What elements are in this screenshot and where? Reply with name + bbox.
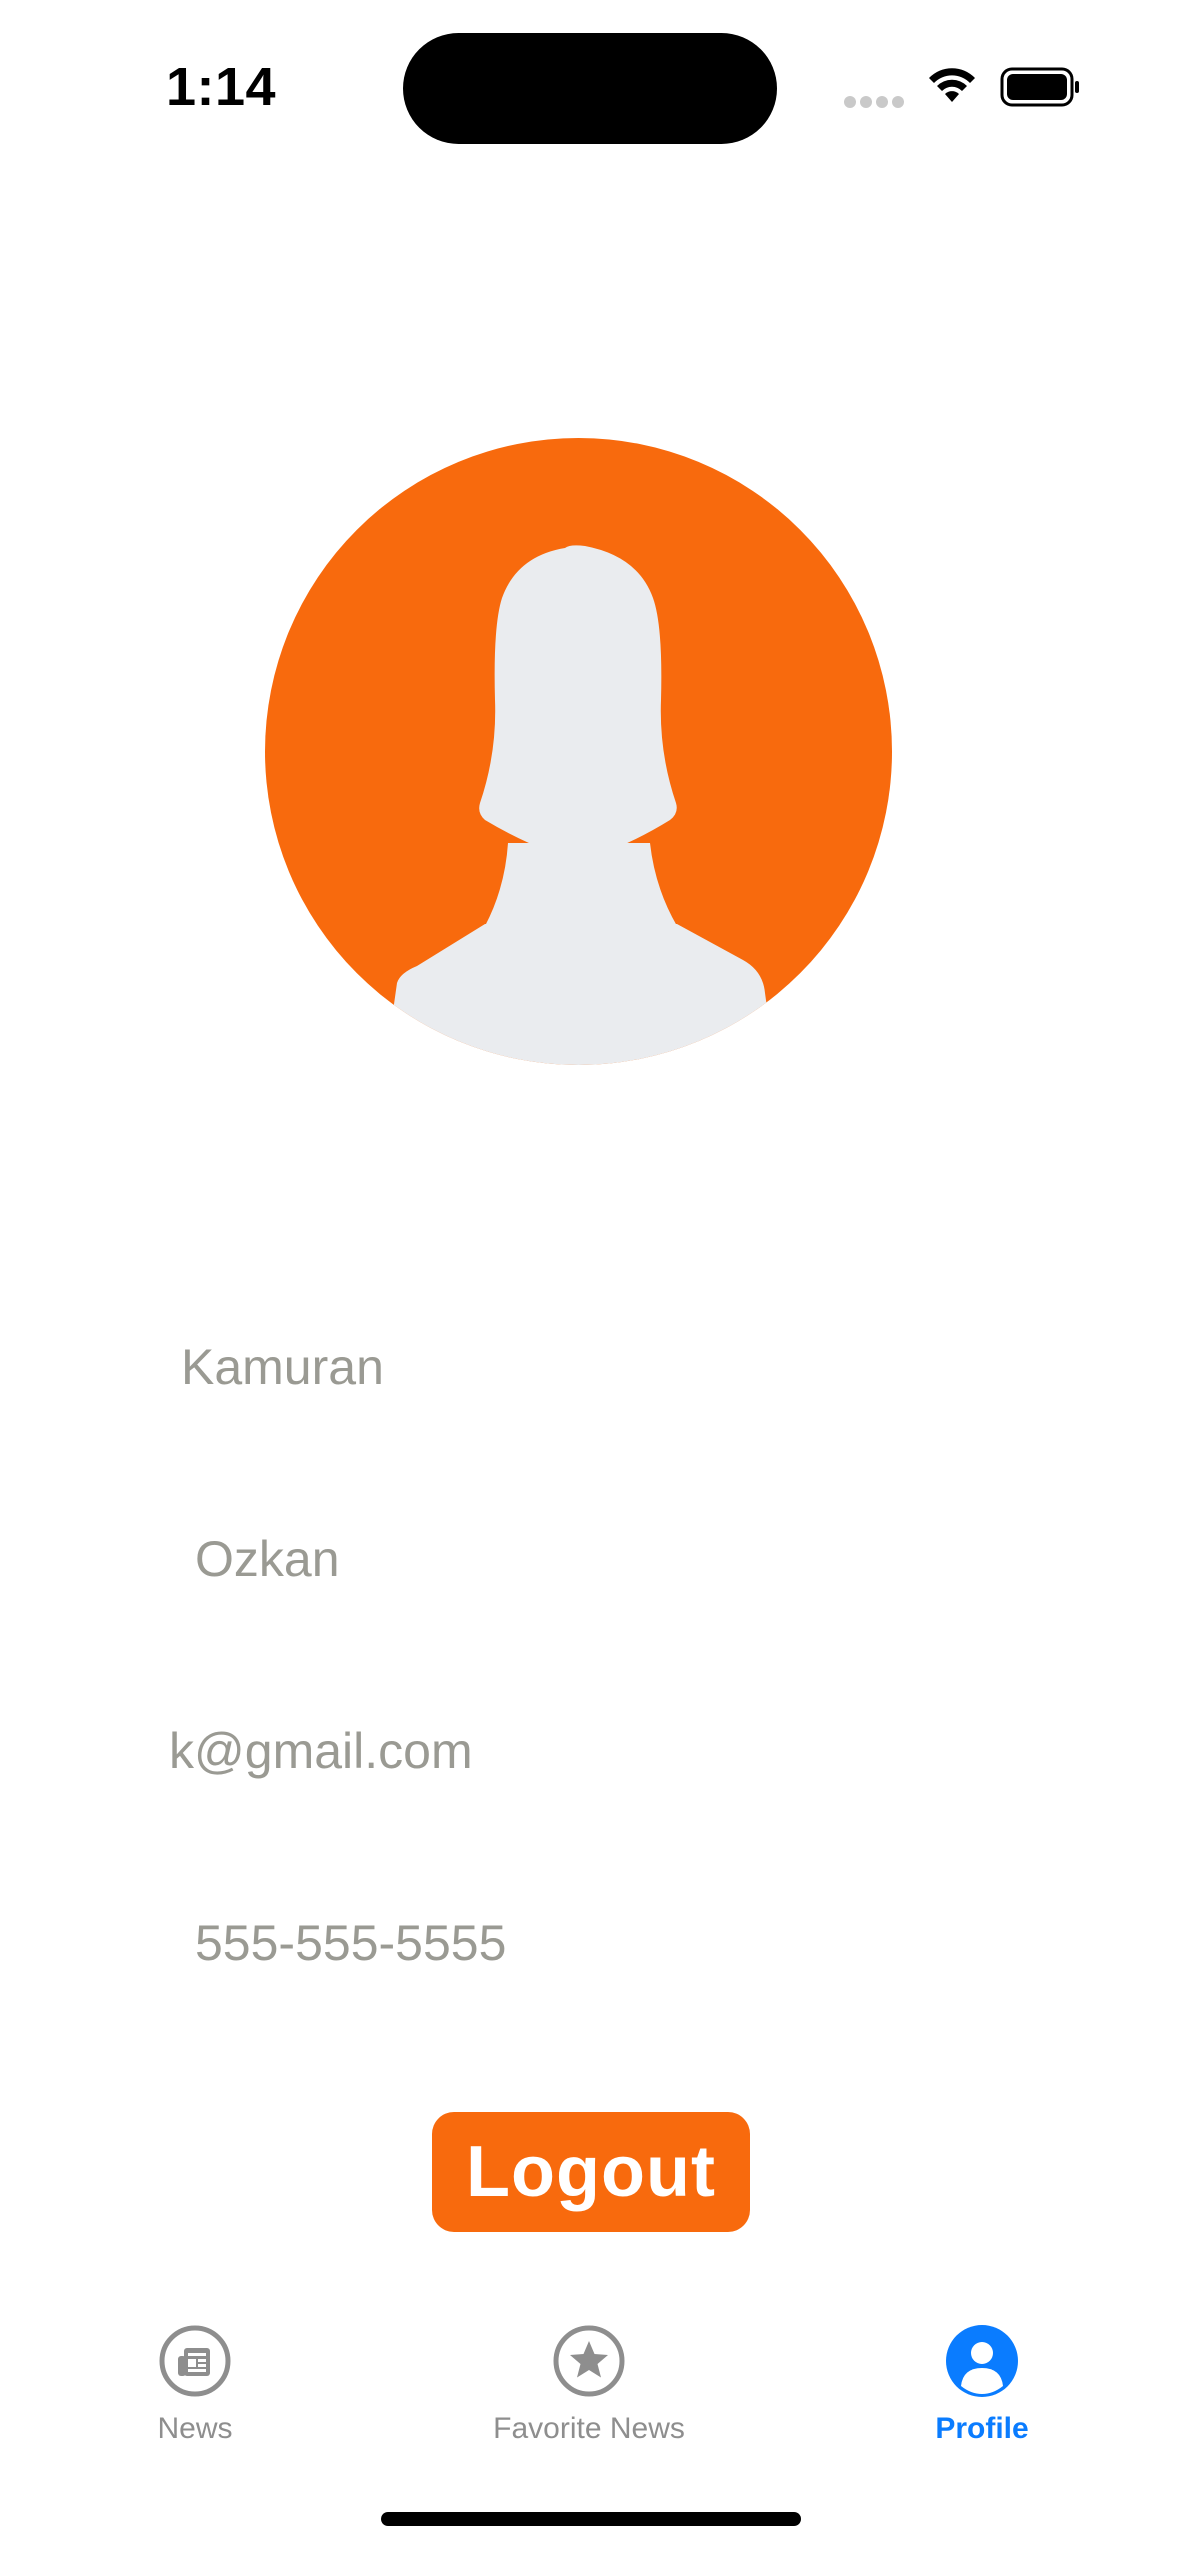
cellular-signal-icon (844, 95, 908, 108)
phone-field[interactable]: 555-555-5555 (195, 1914, 506, 1972)
status-time: 1:14 (166, 57, 277, 117)
tab-favorite-news-label: Favorite News (493, 2412, 685, 2445)
email-field[interactable]: k@gmail.com (169, 1722, 473, 1780)
newspaper-icon (159, 2325, 231, 2397)
tab-news-label: News (157, 2412, 233, 2445)
logout-button[interactable]: Logout (432, 2112, 750, 2232)
wifi-icon (929, 68, 975, 102)
battery-icon (1000, 67, 1079, 107)
person-circle-icon (946, 2325, 1018, 2397)
tab-news[interactable]: News (15, 2324, 375, 2474)
first-name-field[interactable]: Kamuran (181, 1338, 384, 1396)
star-circle-icon (553, 2325, 625, 2397)
tab-profile[interactable]: Profile (802, 2324, 1162, 2474)
tab-favorite-news[interactable]: Favorite News (409, 2324, 769, 2474)
last-name-field[interactable]: Ozkan (195, 1530, 340, 1588)
dynamic-island (403, 33, 777, 144)
profile-avatar (265, 438, 892, 1065)
home-indicator[interactable] (381, 2512, 801, 2526)
tab-profile-label: Profile (935, 2412, 1029, 2445)
